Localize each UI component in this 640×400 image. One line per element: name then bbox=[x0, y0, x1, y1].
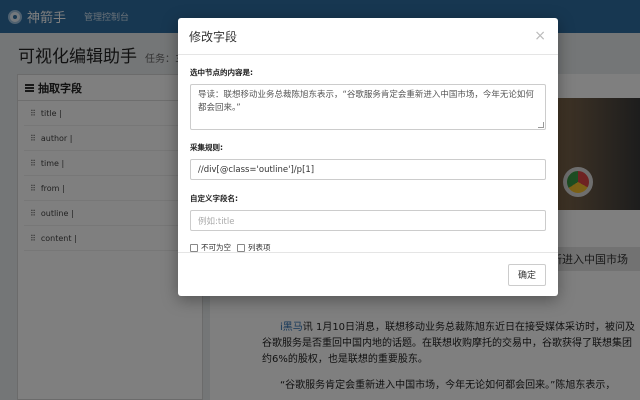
modal-body: 选中节点的内容是: 导读：联想移动业务总裁陈旭东表示，“谷歌服务肯定会重新进入中… bbox=[178, 55, 558, 253]
rule-label: 采集规则: bbox=[190, 143, 223, 152]
rule-input[interactable]: //div[@class='outline']/p[1] bbox=[190, 159, 546, 180]
modal-header: 修改字段 × bbox=[178, 18, 558, 55]
field-name-label: 自定义字段名: bbox=[190, 194, 238, 203]
list-item-checkbox[interactable] bbox=[237, 243, 245, 252]
modal-footer: 确定 bbox=[178, 252, 558, 296]
modal-title: 修改字段 bbox=[189, 29, 238, 44]
close-icon[interactable]: × bbox=[534, 29, 546, 43]
confirm-button[interactable]: 确定 bbox=[507, 263, 546, 286]
selected-content-textarea[interactable]: 导读：联想移动业务总裁陈旭东表示，“谷歌服务肯定会重新进入中国市场，今年无论如何… bbox=[190, 84, 546, 130]
resize-handle-icon[interactable] bbox=[538, 122, 544, 128]
edit-field-modal: 修改字段 × 选中节点的内容是: 导读：联想移动业务总裁陈旭东表示，“谷歌服务肯… bbox=[178, 18, 558, 296]
content-label: 选中节点的内容是: bbox=[190, 68, 253, 77]
not-null-checkbox[interactable] bbox=[190, 243, 198, 252]
field-name-input[interactable]: 例如:title bbox=[190, 210, 546, 231]
selected-content-text: 导读：联想移动业务总裁陈旭东表示，“谷歌服务肯定会重新进入中国市场，今年无论如何… bbox=[198, 90, 534, 113]
